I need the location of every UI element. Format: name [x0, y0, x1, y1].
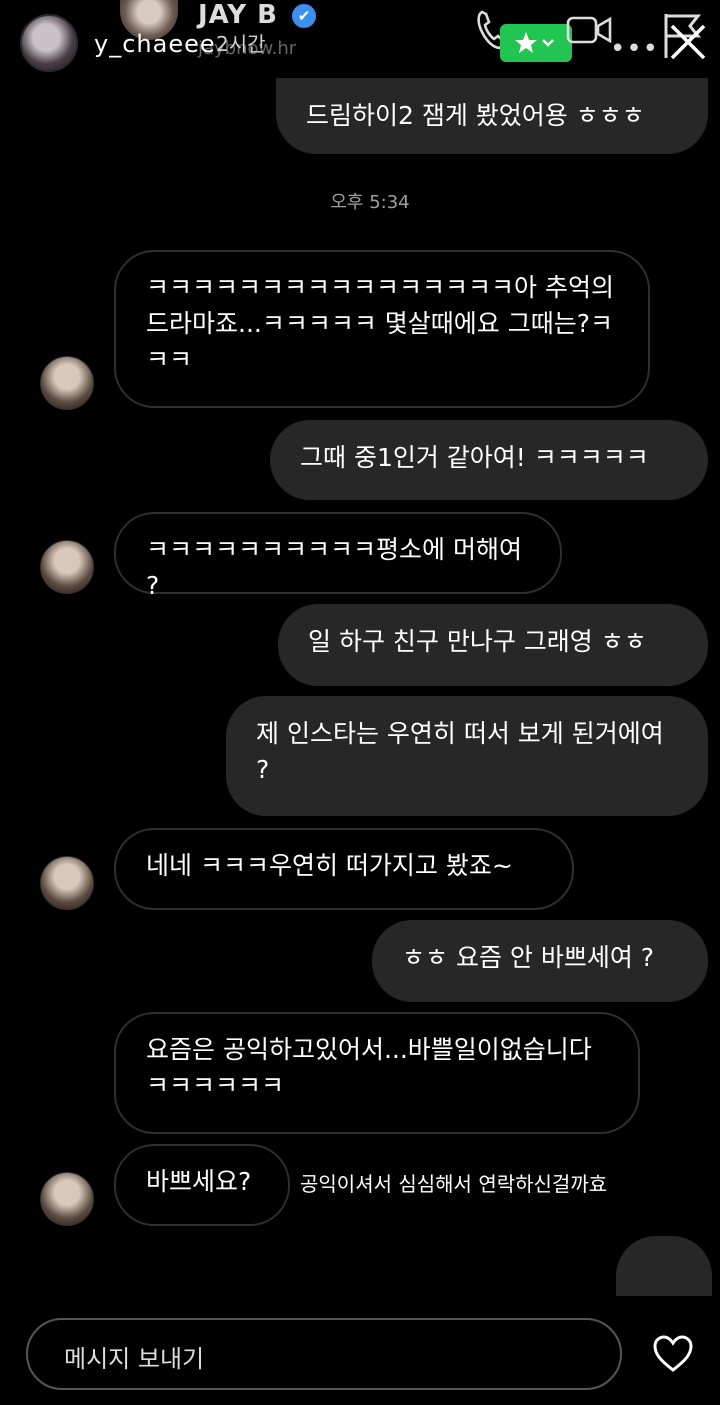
close-icon[interactable]	[668, 22, 708, 62]
chat-user-name[interactable]: JAY B	[198, 0, 278, 30]
verified-badge-icon: ✔	[292, 4, 316, 28]
message-bubble-received: ㅋㅋㅋㅋㅋㅋㅋㅋㅋㅋ평소에 머해여 ?	[114, 512, 562, 600]
sender-avatar[interactable]	[40, 1172, 94, 1226]
message-bubble-sent: 일 하구 친구 만나구 그래영 ㅎㅎ	[278, 604, 708, 686]
heart-icon[interactable]	[652, 1334, 694, 1374]
message-bubble-sent: 그때 중1인거 같아여! ㅋㅋㅋㅋㅋ	[270, 420, 708, 500]
message-bubble-sent: ㅎㅎ 요즘 안 바쁘세여 ?	[372, 920, 708, 1002]
story-username[interactable]: y_chaeee	[94, 30, 216, 58]
message-bubble-received: 요즘은 공익하고있어서...바쁠일이없습니다 ㅋㅋㅋㅋㅋㅋ	[114, 1012, 640, 1134]
message-text: 드림하이2 잼게 봤었어용 ㅎㅎㅎ	[306, 101, 645, 130]
message-bubble-received: 바쁘세요?	[114, 1144, 290, 1226]
message-text: ㅋㅋㅋㅋㅋㅋㅋㅋㅋㅋㅋㅋㅋㅋㅋㅋ아 추억의 드라마죠...ㅋㅋㅋㅋㅋ 몇살때에요…	[146, 273, 614, 374]
video-call-icon[interactable]	[566, 12, 612, 46]
story-user-avatar[interactable]	[20, 14, 78, 72]
message-text: 그때 중1인거 같아여! ㅋㅋㅋㅋㅋ	[300, 443, 649, 472]
message-bubble-sent: 드림하이2 잼게 봤었어용 ㅎㅎㅎ	[276, 78, 708, 154]
message-bubble-received: ㅋㅋㅋㅋㅋㅋㅋㅋㅋㅋㅋㅋㅋㅋㅋㅋ아 추억의 드라마죠...ㅋㅋㅋㅋㅋ 몇살때에요…	[114, 250, 650, 408]
message-input-placeholder[interactable]: 메시지 보내기	[64, 1339, 204, 1374]
story-header: JAY B ✔ jaybnow.hr y_chaeee 2시간 •••	[0, 0, 720, 80]
message-text: ㅋㅋㅋㅋㅋㅋㅋㅋㅋㅋ평소에 머해여 ?	[146, 535, 522, 600]
favorite-badge[interactable]	[500, 24, 572, 62]
story-time-ago: 2시간	[216, 32, 266, 56]
message-text: 바쁘세요?	[146, 1167, 252, 1196]
message-bubble-partial	[616, 1236, 712, 1296]
message-text: 네네 ㅋㅋㅋ우연히 떠가지고 봤죠~	[146, 851, 513, 880]
sender-avatar[interactable]	[40, 856, 94, 910]
sender-avatar[interactable]	[40, 356, 94, 410]
message-text: ㅎㅎ 요즘 안 바쁘세여 ?	[402, 943, 655, 972]
story-caption-text: 공익이셔서 심심해서 연락하신걸까효	[300, 1172, 608, 1196]
message-bubble-received: 네네 ㅋㅋㅋ우연히 떠가지고 봤죠~	[114, 828, 574, 910]
star-icon	[515, 32, 554, 53]
message-text: 일 하구 친구 만나구 그래영 ㅎㅎ	[308, 627, 647, 656]
message-bubble-sent: 제 인스타는 우연히 떠서 보게 된거에여 ?	[226, 696, 708, 816]
more-options-icon[interactable]: •••	[610, 34, 659, 64]
message-timestamp: 오후 5:34	[330, 192, 410, 213]
message-text: 요즘은 공익하고있어서...바쁠일이없습니다 ㅋㅋㅋㅋㅋㅋ	[146, 1035, 592, 1100]
message-text: 제 인스타는 우연히 떠서 보게 된거에여 ?	[256, 719, 664, 784]
sender-avatar[interactable]	[40, 540, 94, 594]
